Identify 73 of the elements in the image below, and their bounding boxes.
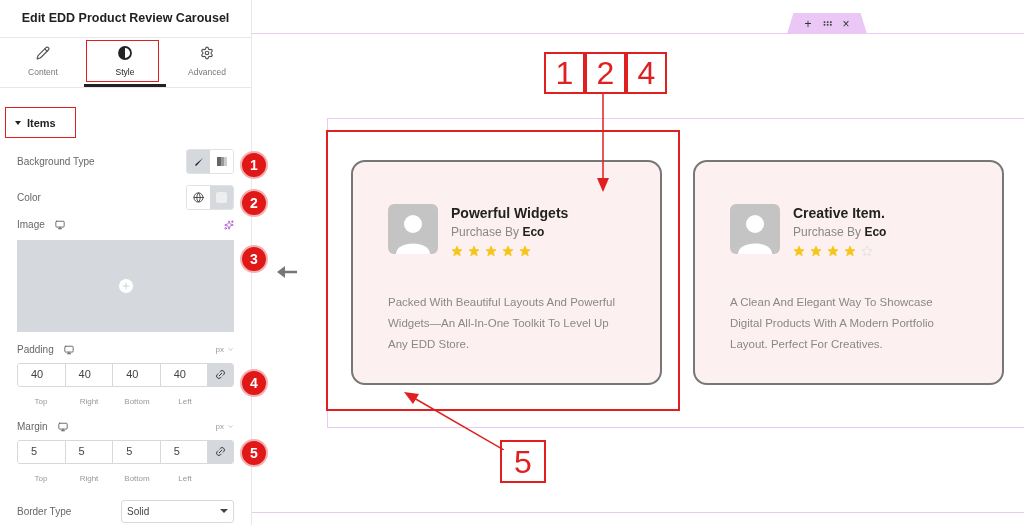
panel-tab[interactable]: Advanced xyxy=(166,38,248,87)
field-label: Image xyxy=(17,218,45,232)
highlight-frame xyxy=(5,107,76,138)
field-label: Margin xyxy=(17,420,48,434)
monitor-icon xyxy=(63,344,74,355)
dimension-label: Left xyxy=(178,396,192,406)
settings-icon xyxy=(200,46,214,61)
star-icon xyxy=(485,245,497,257)
border-type-select[interactable]: Solid xyxy=(121,499,234,523)
purchase-label: Purchase By xyxy=(451,225,520,239)
star-icon xyxy=(810,245,822,257)
star-icon xyxy=(793,245,805,257)
field-label: Border Type xyxy=(17,504,72,519)
dimension-label: Bottom xyxy=(124,396,150,406)
step-badge: 5 xyxy=(240,439,268,467)
left-arrow-icon xyxy=(277,266,297,278)
add-icon xyxy=(118,278,133,293)
field-label: Color xyxy=(17,191,41,205)
pencil-icon xyxy=(36,46,50,61)
number-input[interactable]: 5 xyxy=(18,440,66,463)
field-label: Background Type xyxy=(17,155,95,169)
star-icon xyxy=(519,245,531,257)
panel-tab[interactable]: Style xyxy=(84,38,166,87)
drag-handle-icon[interactable] xyxy=(821,18,833,29)
buyer-name: Eco xyxy=(522,225,545,239)
caret-icon xyxy=(220,509,228,513)
chevron-icon xyxy=(227,423,234,430)
dimension-label: Right xyxy=(79,396,99,406)
buyer-name: Eco xyxy=(864,225,887,239)
globe-icon xyxy=(193,192,204,203)
card-description: Packed With Beautiful Layouts And Powerful Widgets—An All-In-One Toolkit To Level Up Any EDD Store. xyxy=(388,295,616,352)
dimension-label: Right xyxy=(79,473,99,483)
avatar-icon xyxy=(730,204,780,254)
star-icon xyxy=(844,245,856,257)
star-icon xyxy=(451,245,463,257)
number-input[interactable]: 40 xyxy=(18,363,66,386)
callout-label: 2 xyxy=(585,52,626,94)
color-swatch[interactable] xyxy=(210,186,233,209)
purchase-label: Purchase By xyxy=(793,225,862,239)
close-button[interactable]: × xyxy=(842,17,850,30)
step-badge: 2 xyxy=(240,189,268,217)
dimension-label: Top xyxy=(34,473,48,483)
callout-label: 4 xyxy=(626,52,667,94)
panel-title: Edit EDD Product Review Carousel xyxy=(21,10,230,28)
callout-label: 5 xyxy=(500,440,546,483)
contrast-icon xyxy=(118,46,132,61)
field-label: Padding xyxy=(17,343,54,357)
card-description: A Clean And Elegant Way To Showcase Digital Products With A Modern Portfolio Layout. Perfect For Creatives. xyxy=(730,295,935,352)
sparkle-icon[interactable] xyxy=(224,219,234,230)
star-icon xyxy=(468,245,480,257)
step-badge: 4 xyxy=(240,369,268,397)
callout-label: 1 xyxy=(544,52,585,94)
monitor-icon xyxy=(57,421,68,432)
card-title: Powerful Widgets xyxy=(451,204,569,222)
add-button[interactable]: + xyxy=(804,17,812,30)
star-icon xyxy=(827,245,839,257)
dimension-label: Bottom xyxy=(124,473,150,483)
card-title: Creative Item. xyxy=(793,204,886,222)
avatar-icon xyxy=(388,204,438,254)
step-badge: 1 xyxy=(240,151,268,179)
caret-icon xyxy=(15,121,21,126)
link-button[interactable] xyxy=(208,440,233,463)
monitor-icon xyxy=(54,219,65,230)
gradient-icon xyxy=(216,157,227,166)
chevron-icon xyxy=(227,346,234,353)
step-badge: 3 xyxy=(240,245,268,273)
dimension-label: Top xyxy=(34,396,48,406)
dimension-label: Left xyxy=(178,473,192,483)
link-button[interactable] xyxy=(208,363,233,386)
section-header[interactable]: Items xyxy=(15,115,56,132)
panel-tab[interactable]: Content xyxy=(2,38,84,87)
brush-icon xyxy=(193,156,204,167)
star-icon xyxy=(502,245,514,257)
